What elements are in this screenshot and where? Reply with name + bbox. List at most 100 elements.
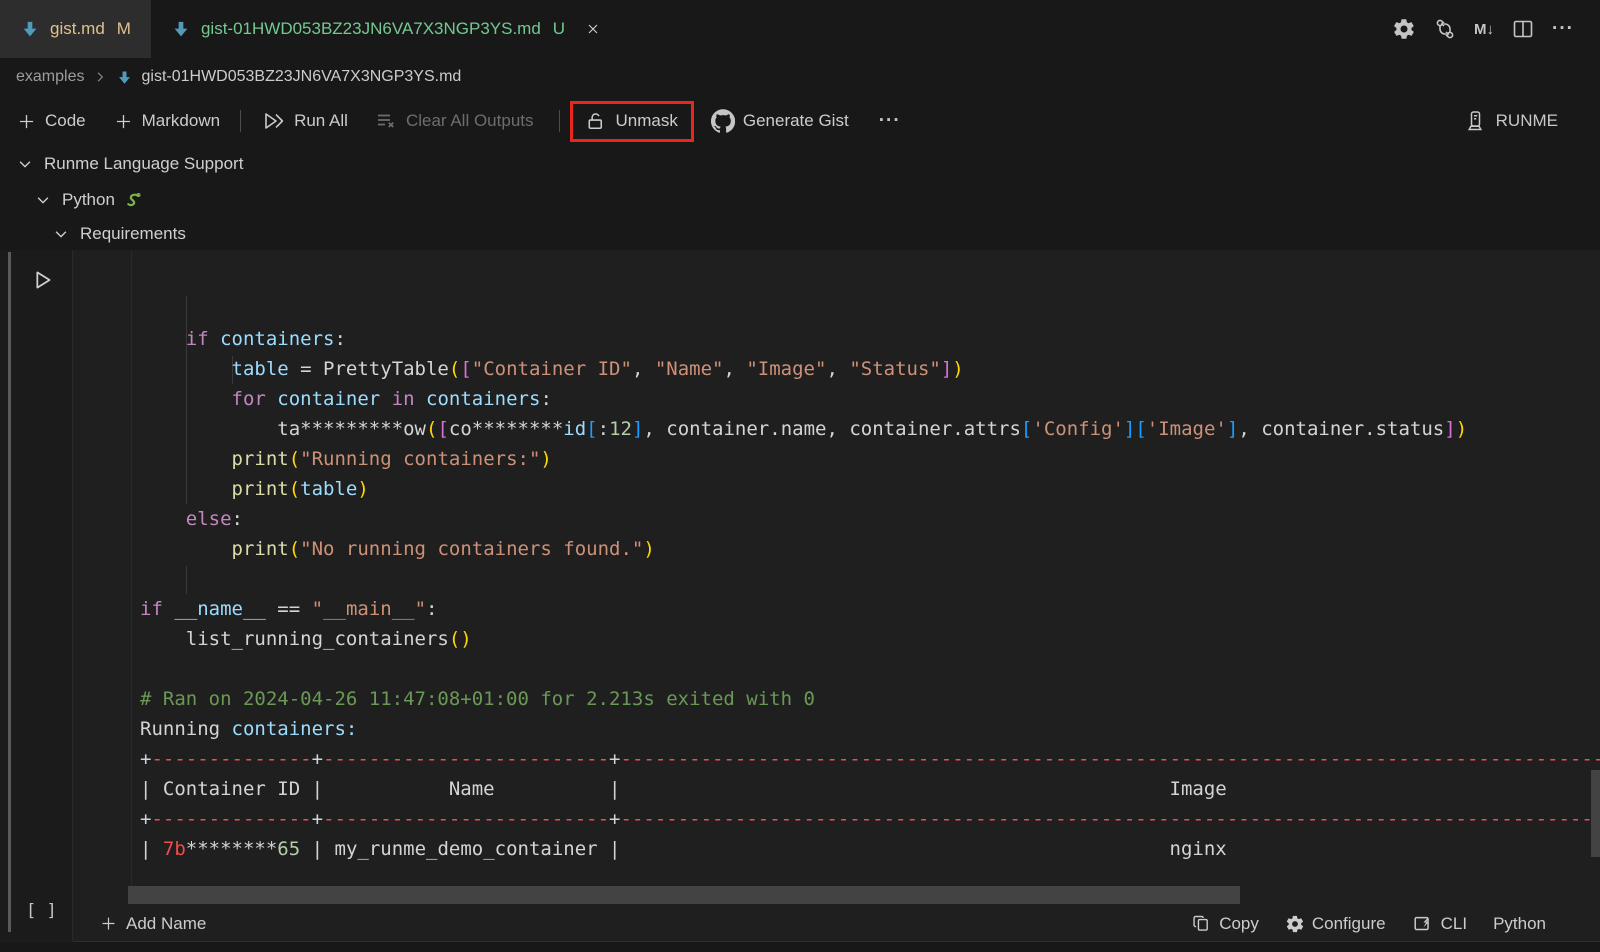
cell-footer-actions: Copy Configure CLI Python [1191, 906, 1546, 941]
git-modified-badge: M [117, 19, 131, 39]
tab-gist-generated-md[interactable]: gist-01HWD053BZ23JN6VA7X3NGP3YS.md U [151, 0, 621, 58]
configure-label: Configure [1312, 914, 1386, 934]
clear-all-outputs-icon [374, 109, 398, 133]
plus-icon [113, 111, 134, 132]
github-octocat-icon [711, 109, 735, 133]
code-line: else: [140, 504, 1600, 534]
tab-bar: gist.md M gist-01HWD053BZ23JN6VA7X3NGP3Y… [0, 0, 1600, 58]
clear-all-outputs-label: Clear All Outputs [406, 111, 534, 131]
code-line: print("No running containers found.") [140, 534, 1600, 564]
copy-button[interactable]: Copy [1191, 913, 1259, 934]
code-line: +--------------+------------------------… [140, 804, 1600, 834]
editor-left-border [131, 250, 132, 888]
add-name-label: Add Name [126, 914, 206, 934]
copy-icon [1191, 913, 1212, 934]
runme-brand: RUNME [1463, 96, 1558, 146]
add-markdown-label: Markdown [142, 111, 220, 131]
cell-state-indicator: [ ] [26, 901, 57, 921]
markdown-file-icon [116, 69, 133, 86]
add-name-button[interactable]: Add Name [99, 914, 206, 934]
cli-icon [1412, 913, 1434, 935]
outline-item-requirements[interactable]: Requirements [52, 216, 186, 252]
run-all-button[interactable]: Run All [262, 109, 348, 133]
copy-label: Copy [1219, 914, 1259, 934]
run-all-label: Run All [294, 111, 348, 131]
add-code-label: Code [45, 111, 86, 131]
toolbar-separator [559, 110, 560, 132]
vertical-scrollbar[interactable] [1591, 770, 1600, 857]
code-line: if __name__ == "__main__": [140, 594, 1600, 624]
close-tab-icon[interactable] [585, 21, 601, 37]
add-markdown-button[interactable]: Markdown [113, 111, 220, 132]
split-editor-icon[interactable] [1511, 17, 1535, 41]
git-untracked-badge: U [553, 19, 565, 39]
run-cell-button[interactable] [28, 266, 56, 294]
outline-label: Requirements [80, 224, 186, 244]
breadcrumb-folder[interactable]: examples [16, 68, 84, 86]
bottom-strip [0, 942, 1600, 952]
code-line: # Ran on 2024-04-26 11:47:08+01:00 for 2… [140, 684, 1600, 714]
unmask-label: Unmask [616, 111, 678, 131]
toolbar-more-icon[interactable]: ··· [879, 110, 901, 132]
git-compare-icon[interactable] [1433, 17, 1457, 41]
code-line: ta*********ow([co********id[:12], contai… [140, 414, 1600, 444]
gear-icon [1285, 914, 1305, 934]
cli-label: CLI [1441, 914, 1467, 934]
horizontal-scrollbar[interactable] [128, 886, 1240, 904]
code-line: for container in containers: [140, 384, 1600, 414]
editor-actions: M↓ ··· [1392, 0, 1574, 58]
outline-label: Runme Language Support [44, 154, 243, 174]
code-line: | 7b********65 | my_runme_demo_container… [140, 834, 1600, 864]
outline-label: Python [62, 190, 115, 210]
breadcrumb: examples gist-01HWD053BZ23JN6VA7X3NGP3YS… [16, 58, 461, 96]
code-line [140, 564, 1600, 594]
code-line: Running containers: [140, 714, 1600, 744]
tab-label: gist.md [50, 19, 105, 39]
markdown-file-icon [20, 19, 40, 39]
chevron-down-icon[interactable] [34, 191, 52, 209]
unmask-button-highlight[interactable]: Unmask [570, 101, 694, 142]
code-line: print("Running containers:") [140, 444, 1600, 474]
breadcrumb-file[interactable]: gist-01HWD053BZ23JN6VA7X3NGP3YS.md [141, 68, 461, 86]
generate-gist-button[interactable]: Generate Gist [711, 109, 849, 133]
code-line: table = PrettyTable(["Container ID", "Na… [140, 354, 1600, 384]
code-line: list_running_containers() [140, 624, 1600, 654]
snake-emoji-icon [125, 190, 145, 210]
chevron-down-icon[interactable] [52, 225, 70, 243]
code-line: if containers: [140, 324, 1600, 354]
cell-language-label: Python [1493, 914, 1546, 934]
configure-button[interactable]: Configure [1285, 914, 1386, 934]
runme-logo-icon [1463, 109, 1487, 133]
code-line: | Container ID | Name | Image [140, 774, 1600, 804]
markdown-file-icon [171, 19, 191, 39]
chevron-right-icon [92, 69, 108, 85]
tab-gist-md[interactable]: gist.md M [0, 0, 151, 58]
plus-icon [16, 111, 37, 132]
cell-footer: Add Name Copy Configure CLI Python [73, 906, 1600, 941]
settings-gear-icon[interactable] [1392, 17, 1416, 41]
outline-item-python[interactable]: Python [34, 182, 145, 218]
chevron-down-icon[interactable] [16, 155, 34, 173]
cli-button[interactable]: CLI [1412, 913, 1467, 935]
clear-all-outputs-button[interactable]: Clear All Outputs [374, 109, 534, 133]
add-code-button[interactable]: Code [16, 111, 86, 132]
code-lines: if containers: table = PrettyTable(["Con… [140, 324, 1600, 864]
cell-border [72, 250, 73, 941]
more-actions-icon[interactable]: ··· [1552, 18, 1574, 40]
markdown-preview-icon[interactable]: M↓ [1474, 21, 1494, 38]
toolbar-separator [240, 110, 241, 132]
unlock-icon [584, 110, 607, 133]
generate-gist-label: Generate Gist [743, 111, 849, 131]
code-line [140, 654, 1600, 684]
runme-label: RUNME [1496, 111, 1558, 131]
notebook-toolbar: Code Markdown Run All Clear All Outputs … [14, 96, 901, 146]
run-all-icon [262, 109, 286, 133]
cell-language-picker[interactable]: Python [1493, 914, 1546, 934]
tab-label: gist-01HWD053BZ23JN6VA7X3NGP3YS.md [201, 19, 541, 39]
code-line: +--------------+------------------------… [140, 744, 1600, 774]
code-line: print(table) [140, 474, 1600, 504]
code-editor[interactable]: if containers: table = PrettyTable(["Con… [140, 264, 1600, 864]
plus-icon [99, 914, 118, 933]
cell-focus-indicator[interactable] [8, 252, 11, 932]
outline-item-runme-language-support[interactable]: Runme Language Support [16, 146, 243, 182]
